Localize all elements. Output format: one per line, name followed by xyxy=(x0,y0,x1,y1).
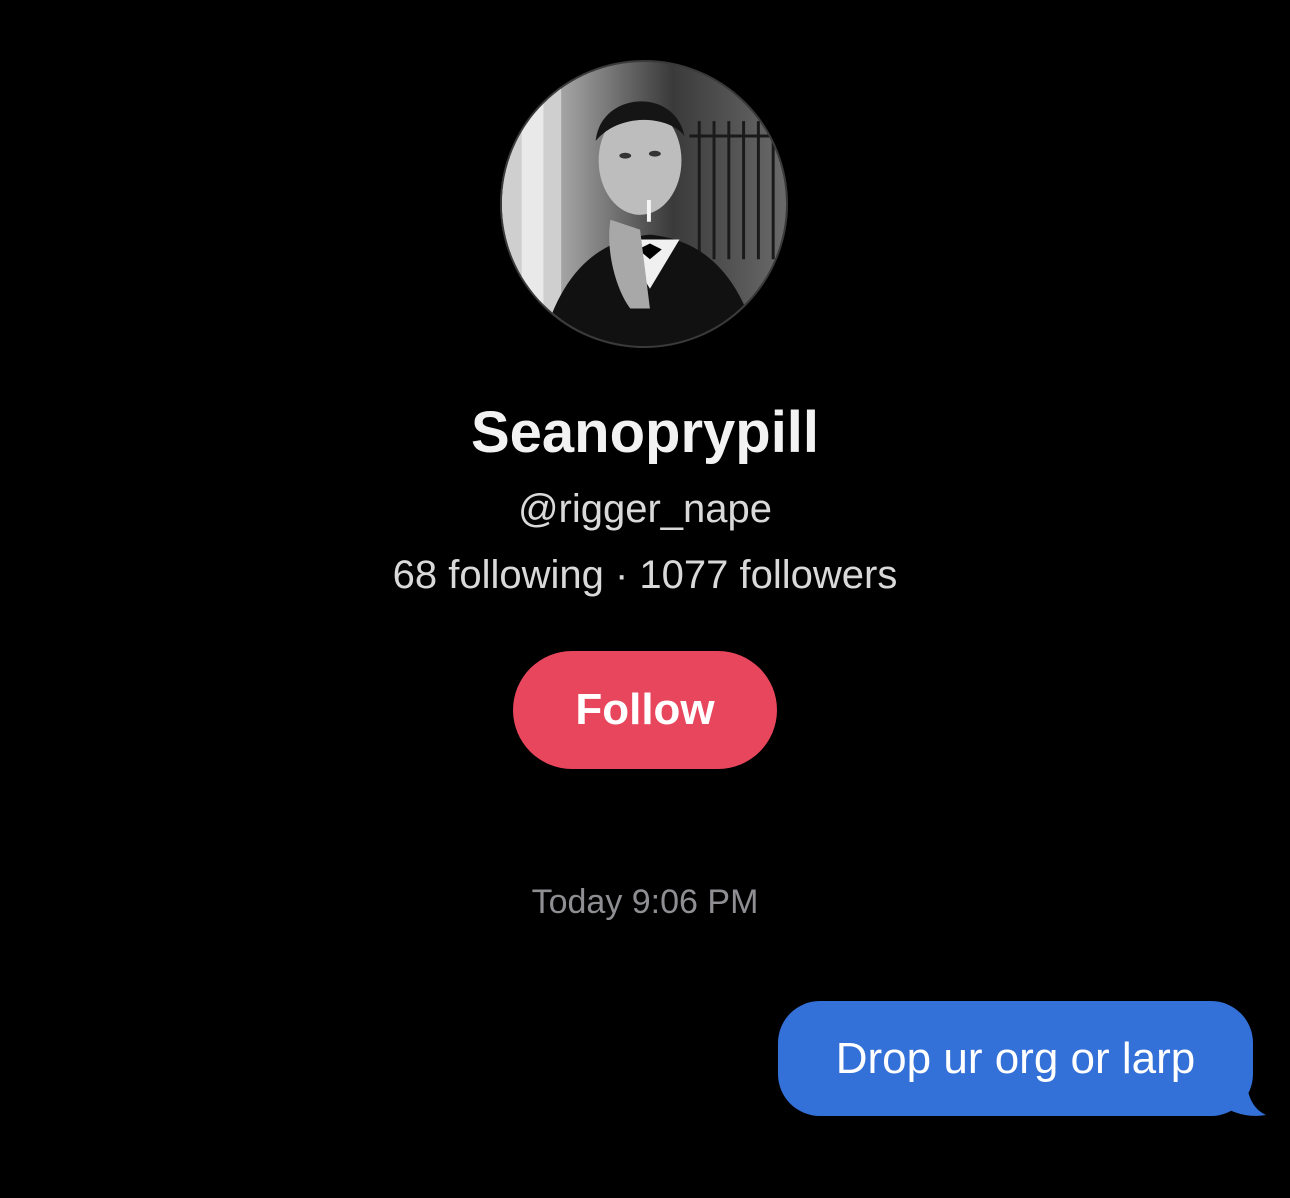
following-count[interactable]: 68 following xyxy=(393,553,604,597)
message-timestamp: Today 9:06 PM xyxy=(531,883,759,921)
stats-separator: · xyxy=(603,553,640,597)
sent-message[interactable]: Drop ur org or larp xyxy=(778,1001,1268,1121)
follow-button[interactable]: Follow xyxy=(513,651,777,769)
message-bubble: Drop ur org or larp xyxy=(778,1001,1253,1116)
followers-count[interactable]: 1077 followers xyxy=(639,553,897,597)
profile-display-name: Seanoprypill xyxy=(470,400,820,465)
profile-handle: @rigger_nape xyxy=(517,487,773,531)
profile-stats: 68 following · 1077 followers xyxy=(0,550,1290,600)
profile-photo-icon xyxy=(502,62,786,346)
profile-avatar[interactable] xyxy=(500,60,788,348)
